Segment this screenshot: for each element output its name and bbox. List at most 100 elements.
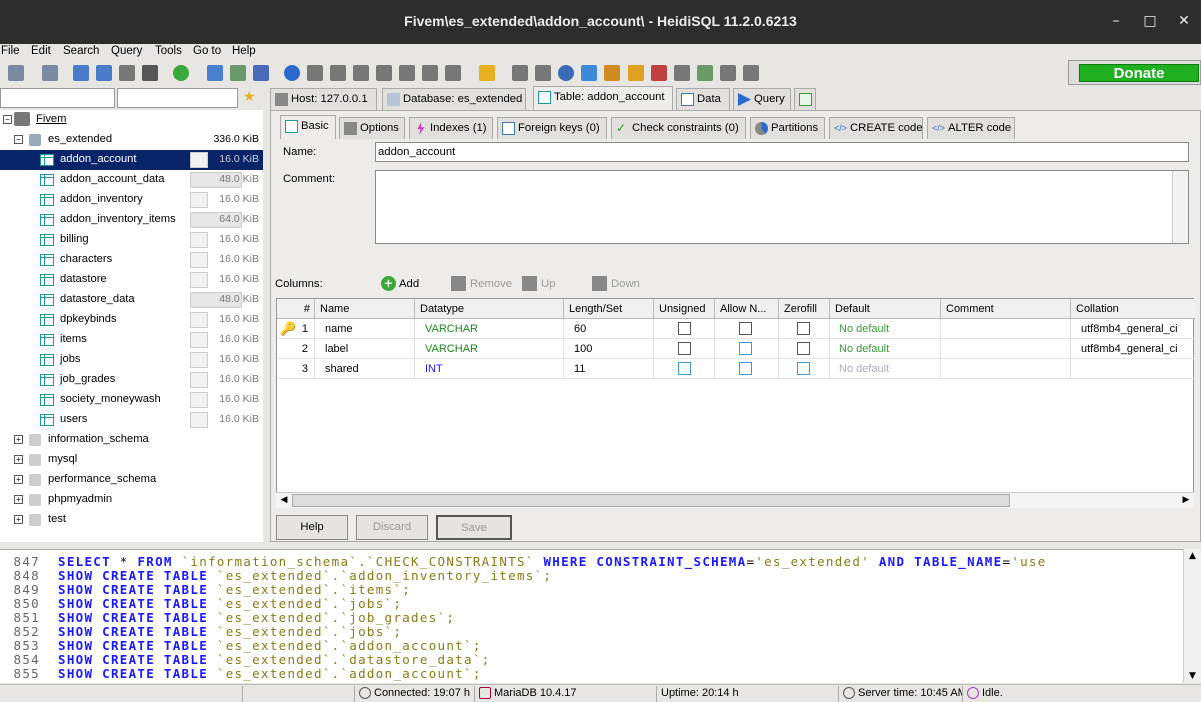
tab-partitions[interactable]: Partitions (750, 117, 825, 139)
tab-check-constraints[interactable]: ✓ Check constraints (0) (611, 117, 746, 139)
column-default[interactable]: No default (830, 319, 941, 339)
scroll-right-icon[interactable]: ▶ (1178, 493, 1194, 508)
collapse-icon[interactable]: − (3, 115, 12, 124)
tool-icon[interactable] (399, 65, 415, 81)
zerofill-checkbox[interactable] (797, 342, 810, 355)
column-comment[interactable] (941, 339, 1071, 359)
col-zerofill-header[interactable]: Zerofill (779, 299, 830, 319)
warning-icon[interactable] (628, 65, 644, 81)
down-icon[interactable] (592, 276, 607, 291)
tree-table-item[interactable]: billing 16.0 KiB (0, 230, 263, 250)
add-icon[interactable]: + (381, 276, 396, 291)
log-vertical-scrollbar[interactable]: ▲ ▼ (1183, 549, 1201, 683)
menu-query[interactable]: Query (111, 45, 142, 57)
tool-icon[interactable] (307, 65, 323, 81)
tree-table-item[interactable]: datastore_data 48.0 KiB (0, 290, 263, 310)
connect-icon[interactable] (8, 65, 24, 81)
zerofill-checkbox[interactable] (797, 322, 810, 335)
column-name[interactable]: name (315, 319, 415, 339)
paste-icon[interactable] (96, 65, 112, 81)
tree-db-item[interactable]: + phpmyadmin (0, 490, 263, 510)
import-icon[interactable] (230, 65, 246, 81)
find-icon[interactable] (558, 65, 574, 81)
tree-table-item[interactable]: addon_account_data 48.0 KiB (0, 170, 263, 190)
tree-table-item[interactable]: society_moneywash 16.0 KiB (0, 390, 263, 410)
menu-goto[interactable]: Go to (193, 45, 221, 57)
expand-icon[interactable]: + (14, 435, 23, 444)
menu-help[interactable]: Help (232, 45, 256, 57)
format-icon[interactable] (604, 65, 620, 81)
col-datatype-header[interactable]: Datatype (415, 299, 564, 319)
tool-icon[interactable] (376, 65, 392, 81)
unsigned-checkbox[interactable] (678, 322, 691, 335)
help-button[interactable]: Help (276, 515, 348, 540)
tree-db-item[interactable]: + mysql (0, 450, 263, 470)
col-collation-header[interactable]: Collation (1071, 299, 1195, 319)
column-length[interactable]: 100 (564, 339, 654, 359)
scroll-left-icon[interactable]: ◀ (276, 493, 292, 508)
database-filter-input[interactable] (0, 88, 115, 108)
tab-options[interactable]: Options (339, 117, 405, 139)
replace-icon[interactable] (581, 65, 597, 81)
close-icon[interactable]: ✕ (1176, 13, 1192, 29)
column-row[interactable]: 2 label VARCHAR 100 No default utf8mb4_genera… (277, 339, 1195, 359)
tree-table-item[interactable]: items 16.0 KiB (0, 330, 263, 350)
unsigned-checkbox[interactable] (678, 342, 691, 355)
copy-icon[interactable] (73, 65, 89, 81)
col-unsigned-header[interactable]: Unsigned (654, 299, 715, 319)
tree-table-item[interactable]: datastore 16.0 KiB (0, 270, 263, 290)
allow-null-checkbox[interactable] (739, 342, 752, 355)
tree-root[interactable]: − Fivem (0, 110, 263, 130)
column-length[interactable]: 11 (564, 359, 654, 379)
move-down-button[interactable]: Down (611, 278, 640, 290)
tab-query[interactable]: Query (733, 88, 791, 110)
scroll-up-icon[interactable]: ▲ (1184, 551, 1201, 561)
wrap-icon[interactable] (674, 65, 690, 81)
star-icon[interactable]: ★ (243, 89, 256, 105)
tool-icon[interactable] (422, 65, 438, 81)
comment-textarea[interactable] (375, 170, 1189, 244)
column-datatype[interactable]: INT (415, 359, 564, 379)
column-name[interactable]: shared (315, 359, 415, 379)
col-comment-header[interactable]: Comment (941, 299, 1071, 319)
tab-indexes[interactable]: Indexes (1) (409, 117, 493, 139)
expand-icon[interactable]: + (14, 455, 23, 464)
save-button[interactable]: Save (436, 515, 512, 540)
maximize-icon[interactable]: □ (1142, 13, 1158, 29)
allow-null-checkbox[interactable] (739, 322, 752, 335)
tab-table[interactable]: Table: addon_account (533, 86, 673, 110)
column-length[interactable]: 60 (564, 319, 654, 339)
minimize-icon[interactable]: – (1108, 13, 1124, 29)
donate-button[interactable]: Donate (1068, 60, 1201, 85)
tab-alter-code[interactable]: </> ALTER code (927, 117, 1015, 139)
column-comment[interactable] (941, 319, 1071, 339)
column-default[interactable]: No default (830, 359, 941, 379)
menu-search[interactable]: Search (63, 45, 99, 57)
tab-foreign-keys[interactable]: Foreign keys (0) (497, 117, 607, 139)
column-collation[interactable]: utf8mb4_general_ci (1071, 319, 1195, 339)
folder-icon[interactable] (479, 65, 495, 81)
tree-db-es-extended[interactable]: − es_extended 336.0 KiB (0, 130, 263, 150)
col-length-header[interactable]: Length/Set (564, 299, 654, 319)
tab-host[interactable]: Host: 127.0.0.1 (270, 88, 377, 110)
remove-column-button[interactable]: Remove (470, 278, 512, 290)
expand-icon[interactable]: + (14, 515, 23, 524)
disconnect-icon[interactable] (42, 65, 58, 81)
menu-tools[interactable]: Tools (155, 45, 182, 57)
menu-file[interactable]: File (1, 45, 20, 57)
column-row[interactable]: 3 shared INT 11 No default (277, 359, 1195, 379)
tab-new-query[interactable] (794, 88, 816, 110)
tree-table-item[interactable]: dpkeybinds 16.0 KiB (0, 310, 263, 330)
tab-create-code[interactable]: </> CREATE code (829, 117, 923, 139)
column-collation[interactable]: utf8mb4_general_ci (1071, 339, 1195, 359)
splitter[interactable] (263, 86, 269, 542)
move-up-button[interactable]: Up (541, 278, 555, 290)
tool-icon[interactable] (512, 65, 528, 81)
table-filter-input[interactable] (117, 88, 238, 108)
column-default[interactable]: No default (830, 339, 941, 359)
expand-icon[interactable]: + (14, 475, 23, 484)
tab-basic[interactable]: Basic (280, 115, 336, 139)
add-column-button[interactable]: Add (399, 278, 419, 290)
tool-icon[interactable] (353, 65, 369, 81)
print-icon[interactable] (142, 65, 158, 81)
